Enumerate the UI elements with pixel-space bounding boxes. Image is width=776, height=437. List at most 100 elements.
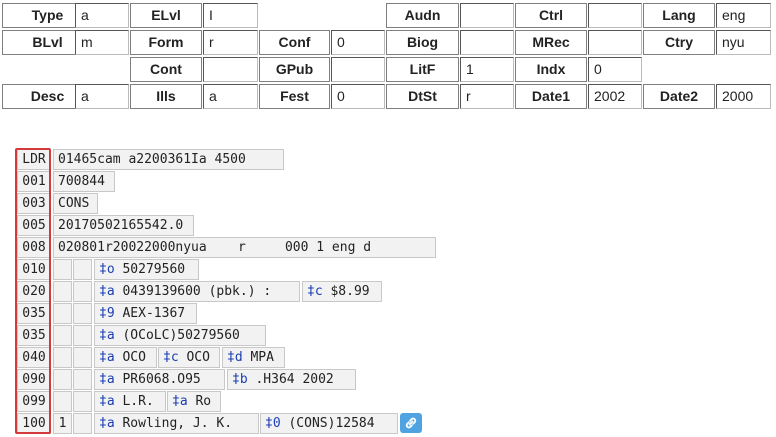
field-005-value[interactable]: 20170502165542.0: [53, 215, 194, 236]
fest-field[interactable]: 0: [331, 84, 385, 109]
field-090-ind2[interactable]: [73, 369, 92, 390]
subfield-text: AEX-1367: [114, 306, 186, 321]
cont-field[interactable]: [203, 57, 258, 82]
fest-label: Fest: [259, 84, 330, 109]
audn-field[interactable]: [460, 3, 514, 28]
link-icon-glyph: [405, 417, 417, 429]
field-099-ind2[interactable]: [73, 391, 92, 412]
subfield-code: ‡c: [163, 350, 179, 365]
field-035-subfield[interactable]: ‡9 AEX-1367: [94, 303, 197, 324]
subfield-text: MPA: [242, 350, 274, 365]
tag-010[interactable]: 010: [17, 259, 51, 280]
tag-035[interactable]: 035: [17, 303, 51, 324]
form-field[interactable]: r: [203, 30, 258, 55]
field-035-ind2[interactable]: [73, 303, 92, 324]
elvl-field[interactable]: I: [203, 3, 258, 28]
field-008-value[interactable]: 020801r20022000nyua r 000 1 eng d: [53, 237, 436, 258]
subfield-text: L.R.: [114, 394, 154, 409]
tag-001[interactable]: 001: [17, 171, 51, 192]
field-001-value[interactable]: 700844: [53, 171, 115, 192]
field-100-subfield-a[interactable]: ‡a Rowling, J. K.: [94, 413, 259, 434]
blvl-field[interactable]: m: [75, 30, 129, 55]
subfield-code: ‡0: [265, 416, 281, 431]
field-035-subfield[interactable]: ‡a (OCoLC)50279560: [94, 325, 266, 346]
field-040-ind1[interactable]: [53, 347, 72, 368]
field-010-ind2[interactable]: [73, 259, 92, 280]
subfield-text: $8.99: [322, 284, 370, 299]
gpub-field[interactable]: [331, 57, 385, 82]
tag-099[interactable]: 099: [17, 391, 51, 412]
form-label: Form: [130, 30, 202, 55]
tag-090[interactable]: 090: [17, 369, 51, 390]
tag-003[interactable]: 003: [17, 193, 51, 214]
subfield-text: OCO: [114, 350, 146, 365]
field-010-subfield[interactable]: ‡o 50279560: [94, 259, 199, 280]
conf-field[interactable]: 0: [331, 30, 385, 55]
subfield-text: 0439139600 (pbk.) :: [114, 284, 272, 299]
field-020-ind1[interactable]: [53, 281, 72, 302]
field-020-subfield-c[interactable]: ‡c $8.99: [302, 281, 382, 302]
subfield-code: ‡b: [232, 372, 248, 387]
field-100-ind2[interactable]: [73, 413, 92, 434]
lang-field[interactable]: eng: [716, 3, 771, 28]
subfield-code: ‡a: [172, 394, 188, 409]
field-090-ind1[interactable]: [53, 369, 72, 390]
field-020-ind2[interactable]: [73, 281, 92, 302]
subfield-code: ‡a: [99, 394, 115, 409]
tag-040[interactable]: 040: [17, 347, 51, 368]
field-003-value[interactable]: CONS: [53, 193, 98, 214]
field-035-ind1[interactable]: [53, 303, 72, 324]
type-field[interactable]: a: [75, 3, 129, 28]
fixed-fields-grid: Type a ELvl I Audn Ctrl Lang eng BLvl m …: [0, 0, 776, 112]
indx-field[interactable]: 0: [588, 57, 642, 82]
mrec-field[interactable]: [588, 30, 642, 55]
subfield-text: 50279560: [114, 262, 186, 277]
litf-label: LitF: [386, 57, 459, 82]
field-099-subfield-a1[interactable]: ‡a L.R.: [94, 391, 166, 412]
elvl-label: ELvl: [130, 3, 202, 28]
field-099-ind1[interactable]: [53, 391, 72, 412]
tag-005[interactable]: 005: [17, 215, 51, 236]
indx-label: Indx: [515, 57, 587, 82]
field-090-subfield-a[interactable]: ‡a PR6068.O95: [94, 369, 225, 390]
field-035-ind2[interactable]: [73, 325, 92, 346]
biog-label: Biog: [386, 30, 459, 55]
dtst-field[interactable]: r: [460, 84, 514, 109]
subfield-text: .H364 2002: [247, 372, 334, 387]
field-100-ind1[interactable]: 1: [53, 413, 72, 434]
dtst-label: DtSt: [386, 84, 459, 109]
leader-value[interactable]: 01465cam a2200361Ia 4500: [53, 149, 284, 170]
subfield-text: Ro: [187, 394, 212, 409]
field-100-subfield-0[interactable]: ‡0 (CONS)12584: [260, 413, 398, 434]
field-035-ind1[interactable]: [53, 325, 72, 346]
field-010-ind1[interactable]: [53, 259, 72, 280]
link-icon[interactable]: [400, 413, 422, 433]
biog-field[interactable]: [460, 30, 514, 55]
conf-label: Conf: [259, 30, 330, 55]
desc-field[interactable]: a: [75, 84, 129, 109]
tag-020[interactable]: 020: [17, 281, 51, 302]
field-040-subfield-a[interactable]: ‡a OCO: [94, 347, 157, 368]
subfield-text: (OCoLC)50279560: [114, 328, 240, 343]
tag-035[interactable]: 035: [17, 325, 51, 346]
tag-008[interactable]: 008: [17, 237, 51, 258]
ctry-field[interactable]: nyu: [716, 30, 771, 55]
tag-ldr[interactable]: LDR: [17, 149, 51, 170]
ctrl-field[interactable]: [588, 3, 642, 28]
subfield-text: Rowling, J. K.: [114, 416, 233, 431]
field-040-ind2[interactable]: [73, 347, 92, 368]
subfield-text: (CONS)12584: [280, 416, 375, 431]
field-099-subfield-a2[interactable]: ‡a Ro: [167, 391, 221, 412]
field-020-subfield-a[interactable]: ‡a 0439139600 (pbk.) :: [94, 281, 300, 302]
litf-field[interactable]: 1: [460, 57, 514, 82]
ills-label: Ills: [130, 84, 202, 109]
field-040-subfield-c[interactable]: ‡c OCO: [158, 347, 220, 368]
field-090-subfield-b[interactable]: ‡b .H364 2002: [227, 369, 356, 390]
tag-100[interactable]: 100: [17, 413, 51, 434]
subfield-code: ‡a: [99, 372, 115, 387]
date2-field[interactable]: 2000: [716, 84, 771, 109]
date1-field[interactable]: 2002: [588, 84, 642, 109]
gpub-label: GPub: [259, 57, 330, 82]
field-040-subfield-d[interactable]: ‡d MPA: [222, 347, 285, 368]
ills-field[interactable]: a: [203, 84, 258, 109]
